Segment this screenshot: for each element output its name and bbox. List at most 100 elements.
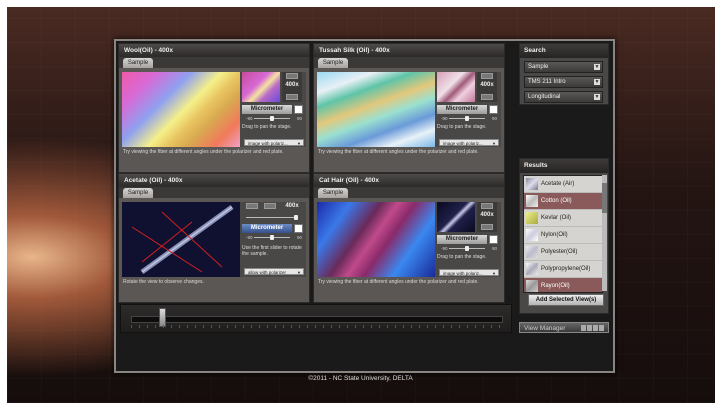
micrometer-toggle[interactable] [294,224,303,233]
rotation-slider[interactable]: -90 90 [437,116,497,122]
results-list: Acetate (Air) Cotton (Oil) Kevlar (Oil) … [523,175,603,293]
panel-title: Acetate (Oil) - 400x [119,174,309,187]
chevron-down-icon: ▼ [594,64,600,70]
rotation-slider[interactable]: -90 90 [242,235,302,241]
result-item-polypropylene[interactable]: Polypropylene(Oil) [524,261,602,278]
zoom-level: 400x [480,82,494,88]
micrometer-toggle[interactable] [294,105,303,114]
search-panel: Search Sample ▼ TMS 211 Intro ▼ Longitudin… [519,43,609,105]
viewer-panel-tussah-silk: Tussah Silk (Oil) - 400x ✕ Sample 400x M… [313,43,505,173]
rotation-slider[interactable]: -90 90 [437,246,497,252]
tab-sample[interactable]: Sample [123,188,153,198]
result-label: Cotton (Oil) [541,198,572,204]
copyright-text: ©2011 - NC State University, DELTA [308,375,413,382]
view-manager-button[interactable]: View Manager [519,322,609,333]
tab-sample[interactable]: Sample [123,58,153,68]
micrometer-toggle[interactable] [489,235,498,244]
search-dropdown-course[interactable]: TMS 211 Intro ▼ [524,76,603,88]
panel-title: Wool(Oil) - 400x [119,44,309,57]
view-mode-select[interactable]: image with polariz... ▼ [439,269,499,276]
hint-text: Drag to pan the stage. [437,124,487,130]
micrometer-toggle[interactable] [489,105,498,114]
slider-max-label: 90 [296,116,302,121]
slider-min-label: -90 [441,246,448,251]
view-mode-select[interactable]: allow with polarizer ▼ [244,268,304,275]
micrometer-button[interactable]: Micrometer [242,224,292,233]
slider-knob[interactable] [270,116,274,121]
view-mode-select[interactable]: image with polariz... ▼ [244,139,304,146]
chevron-down-icon: ▼ [594,79,600,85]
slider-knob[interactable] [465,116,469,121]
stage-thumbnail[interactable] [437,202,475,232]
hint-text: Drag to pan the stage. [437,254,487,260]
stage-thumbnail[interactable] [242,72,280,102]
chevron-down-icon: ▼ [297,141,301,146]
search-dropdown-category[interactable]: Sample ▼ [524,61,603,73]
stage-thumbnail[interactable] [437,72,475,102]
slider-min-label: -90 [246,116,253,121]
fiber-thumbnail-icon [526,229,538,241]
chevron-down-icon: ▼ [492,141,496,146]
select-value: image with polariz... [443,271,483,276]
panel-content: 400x Micrometer -90 90 Drag to pan the s… [317,72,501,147]
result-item-nylon[interactable]: Nylon(Oil) [524,227,602,244]
micrograph-image[interactable] [122,72,240,147]
view-timeline [120,304,512,333]
view-mode-select[interactable]: image with polariz... ▼ [439,139,499,146]
rotation-slider[interactable]: -90 90 [242,116,302,122]
panel-content: 400x Micrometer -90 90 Use the first sli… [122,202,306,277]
add-selected-views-button[interactable]: Add Selected View(s) [528,294,604,306]
result-item-cotton[interactable]: Cotton (Oil) [524,193,602,210]
result-item-rayon[interactable]: Rayon(Oil) [524,278,602,292]
zoom-out-button[interactable] [286,94,298,100]
micrometer-button[interactable]: Micrometer [242,105,292,114]
search-dropdown-orientation[interactable]: Longitudinal ▼ [524,91,603,103]
result-item-polyester[interactable]: Polyester(Oil) [524,244,602,261]
tab-bar: Sample [314,57,504,68]
zoom-in-button[interactable] [264,203,276,209]
zoom-in-button[interactable] [481,203,493,209]
micrograph-image[interactable] [317,202,435,277]
micrometer-button[interactable]: Micrometer [437,235,487,244]
slider-max-label: 90 [296,235,302,240]
zoom-out-button[interactable] [481,94,493,100]
slider-knob[interactable] [294,215,298,220]
results-heading: Results [520,159,608,173]
panel-content: 400x Micrometer -90 90 Drag to pan the s… [317,202,501,277]
select-value: image with polariz... [248,141,288,146]
select-value: image with polariz... [443,141,483,146]
micrometer-button[interactable]: Micrometer [437,105,487,114]
zoom-in-button[interactable] [481,73,493,79]
panel-title: Cat Hair (Oil) - 400x [314,174,504,187]
zoom-level: 400x [480,212,494,218]
scrollbar-thumb[interactable] [602,183,607,213]
result-item-kevlar[interactable]: Kevlar (Oil) [524,210,602,227]
tab-bar: Sample [119,187,309,198]
grid-layout-icon [581,325,605,331]
tab-sample[interactable]: Sample [318,188,348,198]
slider-knob[interactable] [465,246,469,251]
micrograph-image[interactable] [317,72,435,147]
zoom-in-button[interactable] [286,73,298,79]
micrograph-image[interactable] [122,202,240,277]
tab-sample[interactable]: Sample [318,58,348,68]
results-scrollbar[interactable] [602,175,607,291]
zoom-out-button[interactable] [481,224,493,230]
result-item-acetate[interactable]: Acetate (Air) [524,176,602,193]
dropdown-value: Sample [528,64,549,70]
fiber-thumbnail-icon [526,246,538,258]
slider-max-label: 90 [491,116,497,121]
chevron-down-icon: ▼ [492,271,496,276]
slider-min-label: -90 [441,116,448,121]
chevron-down-icon: ▼ [594,94,600,100]
zoom-out-button[interactable] [246,203,258,209]
stage-slider[interactable] [242,215,302,221]
viewer-panel-wool: Wool(Oil) - 400x ✕ Sample 400x Micromete… [118,43,310,173]
slider-knob[interactable] [270,235,274,240]
result-label: Acetate (Air) [541,181,575,187]
viewer-panel-acetate: Acetate (Oil) - 400x ✕ Sample 400x [118,173,310,303]
tab-bar: Sample [314,187,504,198]
chevron-down-icon: ▼ [297,270,301,275]
timeline-track[interactable] [131,316,503,323]
zoom-control: 400x [477,72,497,102]
